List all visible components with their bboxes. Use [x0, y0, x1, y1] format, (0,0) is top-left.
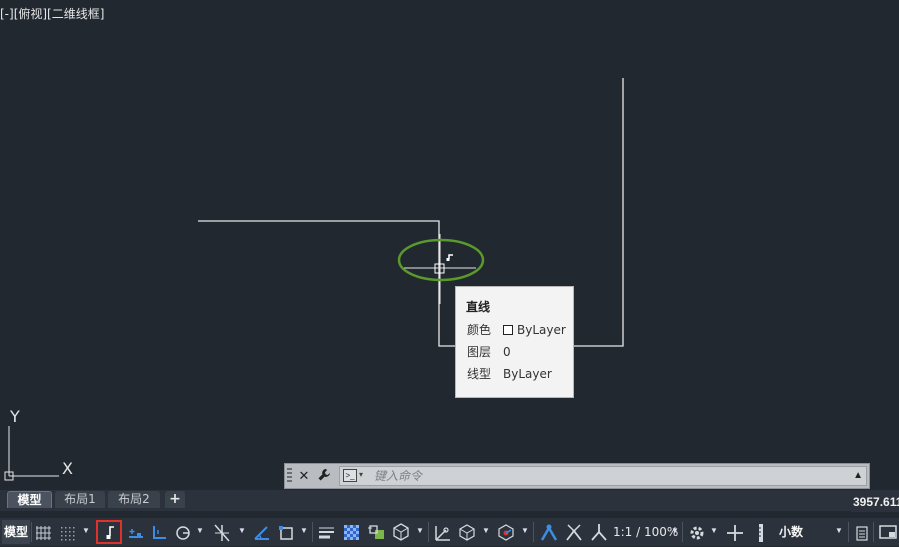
command-input-area[interactable]: >_ ▾ ▲ — [339, 466, 867, 486]
divider — [31, 522, 32, 542]
close-icon[interactable]: ✕ — [296, 468, 312, 484]
clean-screen-icon[interactable] — [877, 520, 899, 544]
add-layout-button[interactable]: + — [165, 491, 185, 508]
tooltip-value: ByLayer — [517, 323, 566, 337]
plus-icon[interactable] — [725, 520, 745, 544]
chevron-down-icon[interactable]: ▼ — [521, 526, 529, 535]
tooltip-row-layer: 图层 0 — [467, 344, 511, 360]
tooltip-key: 图层 — [467, 345, 492, 359]
snap-mode-icon[interactable] — [59, 520, 77, 544]
drawing-canvas — [198, 78, 624, 347]
object-snap-settings-icon[interactable] — [277, 520, 297, 544]
selection-filter-icon[interactable] — [457, 520, 477, 544]
chevron-down-icon[interactable]: ▼ — [300, 526, 308, 535]
tooltip-row-linetype: 线型 ByLayer — [467, 366, 552, 382]
dynamic-ucs-icon[interactable] — [432, 520, 452, 544]
tooltip-value: ByLayer — [503, 367, 552, 381]
divider — [428, 522, 429, 542]
model-space-button[interactable]: 模型 — [2, 520, 30, 544]
command-history-icon[interactable]: ▲ — [853, 470, 863, 481]
chevron-down-icon[interactable]: ▾ — [359, 470, 363, 479]
tab-model[interactable]: 模型 — [7, 491, 52, 508]
object-snap-icon[interactable] — [252, 520, 272, 544]
color-swatch-icon — [503, 325, 513, 335]
divider — [312, 522, 313, 542]
3d-object-snap-icon[interactable] — [391, 520, 411, 544]
annotation-visibility-icon[interactable] — [538, 520, 560, 544]
tab-layout1[interactable]: 布局1 — [55, 491, 105, 508]
divider — [848, 522, 849, 542]
object-snap-tracking-button[interactable] — [96, 520, 122, 544]
object-snap-tracking-icon — [106, 526, 114, 539]
isometric-drafting-icon[interactable] — [211, 520, 233, 544]
command-input[interactable] — [374, 468, 834, 484]
tooltip-value: 0 — [503, 345, 511, 359]
ortho-mode-icon[interactable] — [150, 520, 170, 544]
coordinate-readout[interactable]: 3957.611 — [851, 492, 899, 512]
lineweight-icon[interactable] — [317, 520, 337, 544]
units-value[interactable]: 小数 — [779, 520, 803, 544]
annotation-scale-value[interactable]: 1:1 / 100% — [613, 520, 678, 544]
status-bar: 模型 ▼ ▼ ▼ ▼ ▼ ▼ ▼ 1:1 / 100% ▼ ▼ 小数 ▼ — [0, 518, 899, 546]
tooltip-key: 颜色 — [467, 323, 492, 337]
chevron-down-icon[interactable]: ▼ — [82, 526, 90, 535]
chevron-down-icon[interactable]: ▼ — [196, 526, 204, 535]
drawing-viewport[interactable]: [-][俯视][二维线框] Y X 直线 颜色 ByLayer 图层 0 线型 … — [0, 0, 899, 490]
ucs-y-label: Y — [9, 407, 20, 426]
gear-icon[interactable] — [687, 520, 707, 544]
quick-properties-icon[interactable] — [853, 520, 871, 544]
divider — [533, 522, 534, 542]
auto-scale-icon[interactable] — [563, 520, 585, 544]
chevron-down-icon[interactable]: ▼ — [671, 526, 679, 535]
tooltip-title: 直线 — [466, 300, 491, 314]
wrench-icon[interactable] — [316, 468, 332, 484]
tooltip-row-color: 颜色 ByLayer — [467, 322, 566, 338]
transparency-icon[interactable] — [342, 520, 362, 544]
grid-icon[interactable] — [35, 520, 53, 544]
ucs-icon: Y X — [4, 407, 73, 481]
line-hover-icon — [446, 254, 453, 261]
tooltip-key: 线型 — [467, 367, 492, 381]
gizmo-icon[interactable] — [496, 520, 516, 544]
chevron-down-icon[interactable]: ▼ — [238, 526, 246, 535]
layout-tab-bar: 模型 布局1 布局2 + — [0, 490, 899, 511]
chevron-down-icon[interactable]: ▼ — [482, 526, 490, 535]
polar-tracking-icon[interactable] — [174, 520, 194, 544]
tab-layout2[interactable]: 布局2 — [108, 491, 160, 508]
annotation-scale-icon[interactable] — [588, 520, 610, 544]
units-icon[interactable] — [752, 520, 772, 544]
divider — [873, 522, 874, 542]
divider — [682, 522, 683, 542]
selection-cycling-icon[interactable] — [366, 520, 386, 544]
object-tooltip: 直线 颜色 ByLayer 图层 0 线型 ByLayer — [455, 286, 574, 398]
chevron-down-icon[interactable]: ▼ — [835, 526, 843, 535]
highlight-ellipse — [397, 238, 485, 282]
drag-handle[interactable] — [287, 468, 292, 484]
chevron-down-icon[interactable]: ▼ — [710, 526, 718, 535]
command-prompt-icon[interactable]: >_ — [343, 469, 357, 482]
chevron-down-icon[interactable]: ▼ — [416, 526, 424, 535]
ucs-x-label: X — [62, 459, 73, 478]
dynamic-input-icon[interactable] — [126, 520, 146, 544]
command-line: ✕ >_ ▾ ▲ — [284, 463, 870, 489]
